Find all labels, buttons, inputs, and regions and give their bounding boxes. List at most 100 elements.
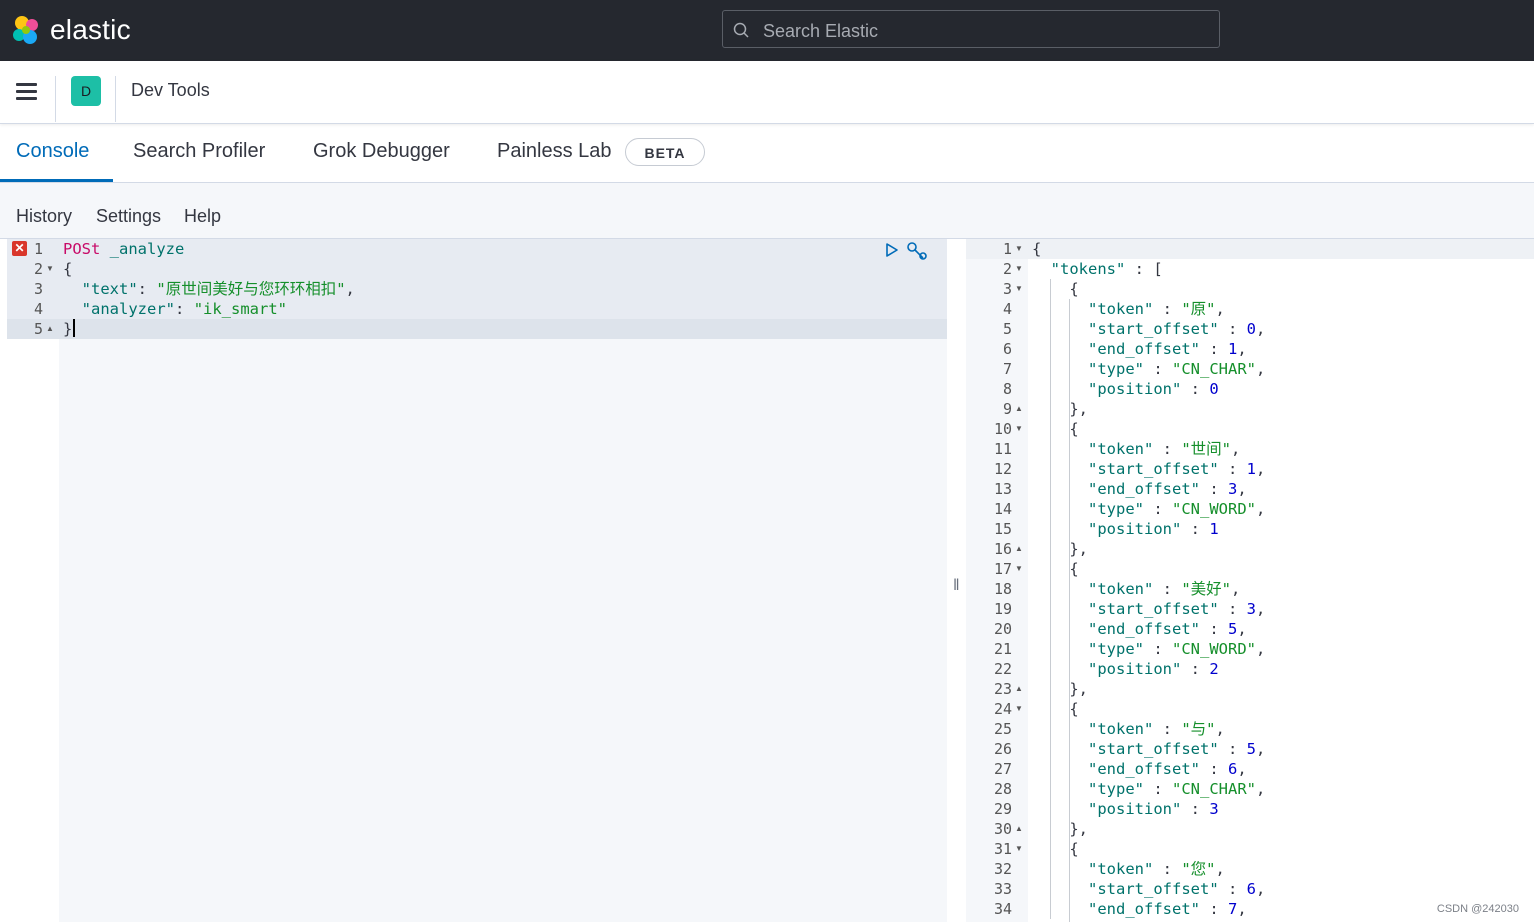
request-body-line: {: [63, 260, 73, 278]
line-number: 33: [993, 880, 1012, 898]
fold-arrow-icon[interactable]: ▼: [1015, 844, 1023, 853]
wrench-icon[interactable]: [906, 241, 928, 261]
fold-arrow-icon[interactable]: ▼: [1015, 704, 1023, 713]
tab-grok-debugger[interactable]: Grok Debugger: [313, 140, 450, 163]
line-number: 16: [993, 540, 1012, 558]
indent-guide: [1069, 299, 1070, 439]
indent-guide: [1050, 279, 1051, 919]
panel-resizer[interactable]: ‖: [950, 239, 964, 922]
fold-arrow-icon[interactable]: ▼: [1015, 244, 1023, 253]
drag-handle-icon[interactable]: ‖: [953, 577, 960, 595]
response-line: "start_offset" : 3,: [1088, 600, 1266, 618]
header-divider: [115, 76, 116, 122]
response-line: "tokens" : [: [1050, 260, 1163, 278]
line-number: 29: [993, 800, 1012, 818]
response-line: "type" : "CN_CHAR",: [1088, 780, 1266, 798]
response-line: "type" : "CN_WORD",: [1088, 500, 1266, 518]
elastic-logo[interactable]: elastic: [10, 14, 131, 46]
line-number: 9: [1002, 400, 1012, 418]
response-line: "token" : "与",: [1088, 720, 1225, 738]
fold-arrow-icon[interactable]: ▼: [1015, 284, 1023, 293]
line-number: 6: [1002, 340, 1012, 358]
response-line: "start_offset" : 1,: [1088, 460, 1266, 478]
indent-guide: [1069, 439, 1070, 579]
fold-arrow-icon[interactable]: ▲: [46, 324, 54, 333]
response-output[interactable]: 1 ▼{2 ▼ "tokens" : [3 ▼ {4 "token" : "原", 5 …: [966, 239, 1534, 922]
breadcrumb-dev-tools: Dev Tools: [131, 80, 210, 100]
line-number: 13: [993, 480, 1012, 498]
response-line: "position" : 3: [1088, 800, 1219, 818]
response-line: {: [1032, 240, 1042, 258]
history-link[interactable]: History: [16, 206, 72, 227]
help-link[interactable]: Help: [184, 206, 221, 227]
line-number: 10: [993, 420, 1012, 438]
fold-arrow-icon[interactable]: ▲: [1015, 404, 1023, 413]
line-number: 1: [1002, 240, 1012, 258]
search-placeholder: Search Elastic: [763, 21, 879, 41]
response-line: "end_offset" : 5,: [1088, 620, 1247, 638]
response-line: "end_offset" : 7,: [1088, 900, 1247, 918]
line-number: 3: [33, 280, 43, 298]
beta-badge: BETA: [625, 138, 705, 166]
response-line: },: [1069, 540, 1089, 558]
line-number: 1: [33, 240, 43, 258]
line-number: 26: [993, 740, 1012, 758]
error-icon[interactable]: ✕: [12, 241, 27, 256]
response-line: },: [1069, 400, 1089, 418]
response-line: },: [1069, 820, 1089, 838]
tab-search-profiler[interactable]: Search Profiler: [133, 140, 265, 163]
space-avatar[interactable]: D: [71, 76, 101, 106]
response-line: "token" : "原",: [1088, 300, 1225, 318]
request-method: POSt: [63, 240, 101, 258]
line-number: 5: [33, 320, 43, 338]
request-body-line: "text": "原世间美好与您环环相扣",: [81, 280, 355, 298]
fold-arrow-icon[interactable]: ▲: [1015, 544, 1023, 553]
line-number: 30: [993, 820, 1012, 838]
top-nav-bar: elastic Search Elastic: [0, 0, 1534, 61]
active-line-highlight: [7, 319, 947, 339]
response-line: "type" : "CN_WORD",: [1088, 640, 1266, 658]
search-input[interactable]: Search Elastic: [722, 10, 1220, 48]
request-body-line: }: [63, 319, 75, 339]
line-number: 28: [993, 780, 1012, 798]
response-line: {: [1069, 700, 1079, 718]
response-line: "start_offset" : 5,: [1088, 740, 1266, 758]
response-line: "start_offset" : 6,: [1088, 880, 1266, 898]
fold-arrow-icon[interactable]: ▼: [1015, 424, 1023, 433]
line-number: 11: [993, 440, 1012, 458]
response-line: "end_offset" : 6,: [1088, 760, 1247, 778]
fold-arrow-icon[interactable]: ▼: [1015, 564, 1023, 573]
settings-link[interactable]: Settings: [96, 206, 161, 227]
response-line: "position" : 1: [1088, 520, 1219, 538]
fold-arrow-icon[interactable]: ▼: [1015, 264, 1023, 273]
response-line: {: [1069, 280, 1079, 298]
request-editor[interactable]: ✕ 1 2 ▼ 3 4 5 ▲ POSt _analyze { "text": …: [7, 239, 947, 922]
header-divider: [55, 76, 56, 122]
request-body-line: "analyzer": "ik_smart": [81, 300, 288, 318]
request-url: _analyze: [109, 240, 185, 258]
line-number: 32: [993, 860, 1012, 878]
fold-arrow-icon[interactable]: ▲: [1015, 824, 1023, 833]
line-number: 23: [993, 680, 1012, 698]
line-number: 4: [1002, 300, 1012, 318]
dev-tools-tabs: Console Search Profiler Grok Debugger Pa…: [0, 124, 1534, 183]
line-number: 15: [993, 520, 1012, 538]
line-number: 5: [1002, 320, 1012, 338]
fold-arrow-icon[interactable]: ▲: [1015, 684, 1023, 693]
tab-console[interactable]: Console: [16, 140, 89, 163]
line-number: 20: [993, 620, 1012, 638]
active-line-highlight: [966, 239, 1534, 259]
line-number: 2: [1002, 260, 1012, 278]
play-icon[interactable]: [884, 242, 900, 258]
fold-arrow-icon[interactable]: ▼: [46, 264, 54, 273]
line-number: 25: [993, 720, 1012, 738]
line-number: 14: [993, 500, 1012, 518]
line-number: 17: [993, 560, 1012, 578]
search-icon: [733, 22, 749, 38]
line-number: 21: [993, 640, 1012, 658]
tab-painless-lab[interactable]: Painless Lab: [497, 140, 612, 163]
response-line: "position" : 0: [1088, 380, 1219, 398]
hamburger-menu-icon[interactable]: [16, 83, 37, 101]
line-number: 7: [1002, 360, 1012, 378]
response-line: "end_offset" : 1,: [1088, 340, 1247, 358]
